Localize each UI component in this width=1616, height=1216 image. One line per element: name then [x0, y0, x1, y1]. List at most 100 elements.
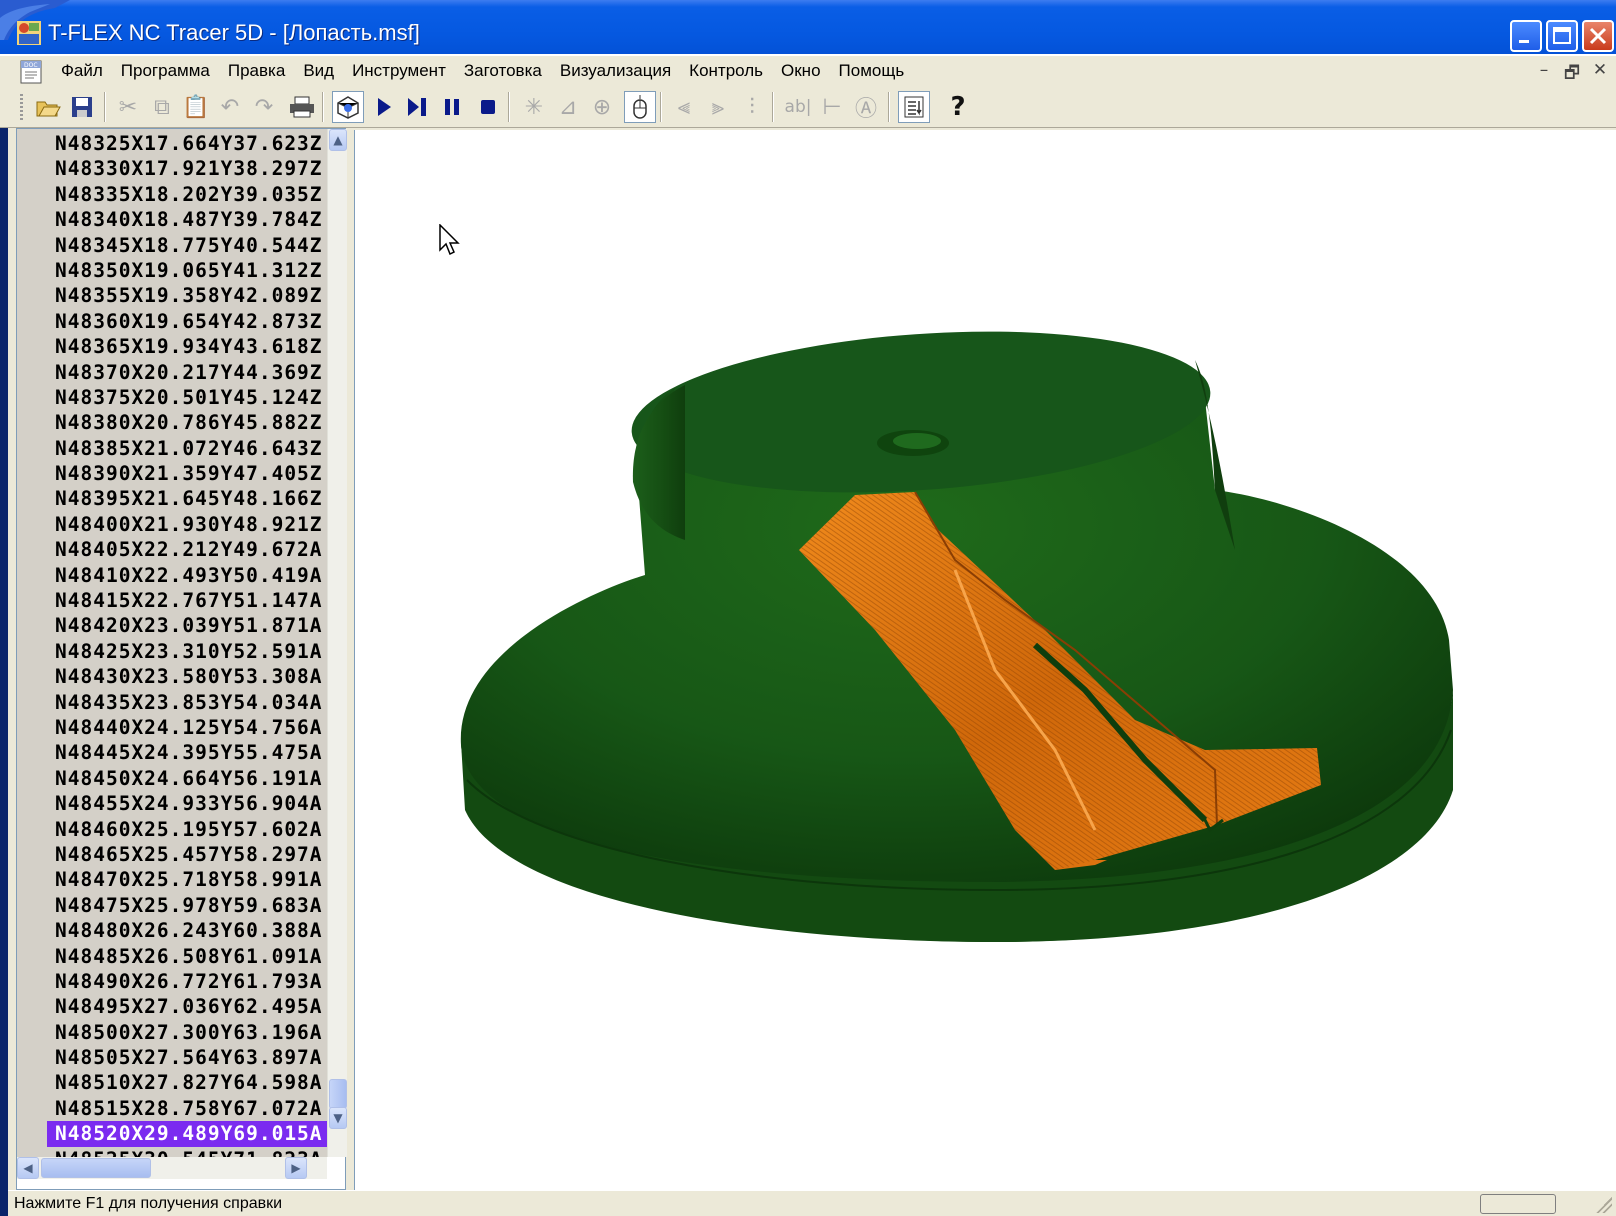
- nc-line[interactable]: N48450X24.664Y56.191A: [47, 765, 327, 792]
- nc-line[interactable]: N48355X19.358Y42.089Z: [47, 283, 327, 309]
- scroll-right-button[interactable]: ▶: [285, 1157, 307, 1179]
- stop-icon[interactable]: [472, 91, 504, 123]
- nc-line[interactable]: N48415X22.767Y51.147A: [47, 588, 327, 614]
- mdi-restore-button[interactable]: 🗗: [1562, 60, 1582, 89]
- toolbar-separator: [888, 92, 890, 122]
- nc-line[interactable]: N48410X22.493Y50.419A: [47, 562, 327, 589]
- nc-line[interactable]: N48350X19.065Y41.312Z: [47, 257, 327, 284]
- tool-2-icon[interactable]: ⫸: [702, 91, 734, 123]
- nc-line[interactable]: N48510X27.827Y64.598A: [47, 1070, 327, 1096]
- nc-line[interactable]: N48505X27.564Y63.897A: [47, 1045, 327, 1071]
- pause-icon[interactable]: [436, 91, 468, 123]
- vertical-scrollbar[interactable]: ▲ ▼: [327, 129, 347, 1157]
- help-icon[interactable]: ?: [942, 91, 974, 123]
- nc-line[interactable]: N48385X21.072Y46.643Z: [47, 435, 327, 462]
- menu-file[interactable]: Файл: [52, 61, 112, 81]
- nc-line[interactable]: N48440X24.125Y54.756A: [47, 714, 327, 741]
- copy-icon[interactable]: ⧉: [146, 91, 178, 123]
- list-icon[interactable]: [898, 91, 930, 123]
- measure-icon[interactable]: ⊢: [816, 91, 848, 123]
- fit-icon[interactable]: ✳: [518, 91, 550, 123]
- nc-line[interactable]: N48495X27.036Y62.495A: [47, 994, 327, 1020]
- nc-line[interactable]: N48490X26.772Y61.793A: [47, 968, 327, 995]
- zoom-icon[interactable]: ⊕: [586, 91, 618, 123]
- nc-line[interactable]: N48455X24.933Y56.904A: [47, 791, 327, 817]
- nc-line[interactable]: N48325X17.664Y37.623Z: [47, 131, 327, 157]
- nc-line[interactable]: N48430X23.580Y53.308A: [47, 664, 327, 690]
- nc-line[interactable]: N48420X23.039Y51.871A: [47, 613, 327, 639]
- nc-line[interactable]: N48485X26.508Y61.091A: [47, 943, 327, 969]
- menu-help[interactable]: Помощь: [830, 61, 914, 81]
- toolbar-grip[interactable]: [20, 94, 23, 120]
- menu-view[interactable]: Вид: [294, 61, 343, 81]
- nc-program-list[interactable]: N48325X17.664Y37.623Z N48330X17.921Y38.29…: [17, 129, 327, 1157]
- minimize-button[interactable]: [1510, 20, 1542, 52]
- play-icon[interactable]: [368, 91, 400, 123]
- size-grip-icon[interactable]: [1596, 1197, 1612, 1213]
- scroll-down-button[interactable]: ▼: [329, 1107, 347, 1129]
- nc-line[interactable]: N48345X18.775Y40.544Z: [47, 232, 327, 258]
- app-icon[interactable]: [16, 20, 42, 46]
- print-icon[interactable]: [286, 91, 318, 123]
- horizontal-scrollbar[interactable]: ◀ ▶: [17, 1157, 327, 1179]
- mdi-close-button[interactable]: ✕: [1590, 60, 1610, 89]
- nc-line[interactable]: N48475X25.978Y59.683A: [47, 892, 327, 919]
- scroll-up-button[interactable]: ▲: [329, 129, 347, 151]
- text-icon[interactable]: ab|: [782, 91, 814, 123]
- scroll-left-button[interactable]: ◀: [17, 1157, 39, 1179]
- cut-icon[interactable]: ✂: [112, 91, 144, 123]
- nc-line[interactable]: N48370X20.217Y44.369Z: [47, 359, 327, 385]
- 3d-viewport[interactable]: [354, 130, 1616, 1190]
- nc-line[interactable]: N48500X27.300Y63.196A: [47, 1019, 327, 1046]
- menu-edit[interactable]: Правка: [219, 61, 294, 81]
- nc-line[interactable]: N48465X25.457Y58.297A: [47, 841, 327, 868]
- menu-tool[interactable]: Инструмент: [343, 61, 455, 81]
- document-icon[interactable]: DOC: [18, 59, 44, 85]
- open-icon[interactable]: [32, 91, 64, 123]
- tool-3-icon[interactable]: ⫶: [736, 91, 768, 123]
- blank-view-icon[interactable]: [332, 91, 364, 123]
- maximize-button[interactable]: [1546, 20, 1578, 52]
- close-button[interactable]: [1582, 20, 1614, 52]
- nc-line[interactable]: N48395X21.645Y48.166Z: [47, 486, 327, 512]
- mouse-rotate-icon[interactable]: [624, 91, 656, 123]
- nc-line[interactable]: N48330X17.921Y38.297Z: [47, 156, 327, 182]
- nc-line-selected[interactable]: N48520X29.489Y69.015A: [47, 1121, 327, 1147]
- nc-line[interactable]: N48375X20.501Y45.124Z: [47, 384, 327, 411]
- menu-blank[interactable]: Заготовка: [455, 61, 551, 81]
- paste-icon[interactable]: 📋: [180, 91, 212, 123]
- nc-line[interactable]: N48435X23.853Y54.034A: [47, 689, 327, 715]
- nc-line[interactable]: N48460X25.195Y57.602A: [47, 816, 327, 842]
- inspect-icon[interactable]: Ⓐ: [850, 91, 882, 123]
- nc-line[interactable]: N48335X18.202Y39.035Z: [47, 181, 327, 208]
- vertical-scroll-thumb[interactable]: [329, 1079, 347, 1109]
- nc-line[interactable]: N48425X23.310Y52.591A: [47, 638, 327, 665]
- redo-icon[interactable]: ↷: [248, 91, 280, 123]
- save-icon[interactable]: [66, 91, 98, 123]
- menu-items: Файл Программа Правка Вид Инструмент Заг…: [52, 61, 913, 81]
- nc-line[interactable]: N48380X20.786Y45.882Z: [47, 410, 327, 436]
- undo-icon[interactable]: ↶: [214, 91, 246, 123]
- maximize-icon: [1553, 27, 1571, 44]
- nc-line[interactable]: N48515X28.758Y67.072A: [47, 1095, 327, 1122]
- mdi-minimize-button[interactable]: –: [1534, 60, 1554, 89]
- nc-line[interactable]: N48470X25.718Y58.991A: [47, 867, 327, 893]
- menu-visualization[interactable]: Визуализация: [551, 61, 680, 81]
- nc-line[interactable]: N48400X21.930Y48.921Z: [47, 511, 327, 538]
- horizontal-scroll-thumb[interactable]: [41, 1158, 151, 1178]
- step-icon[interactable]: [402, 91, 434, 123]
- nc-line[interactable]: N48480X26.243Y60.388A: [47, 918, 327, 944]
- nc-line[interactable]: N48445X24.395Y55.475A: [47, 740, 327, 766]
- zoom-window-icon[interactable]: ⊿: [552, 91, 584, 123]
- app-window: T-FLEX NC Tracer 5D - [Лопасть.msf] DOC …: [0, 0, 1616, 1216]
- menu-program[interactable]: Программа: [112, 61, 219, 81]
- nc-line[interactable]: N48525X30.545Y71.823A: [47, 1146, 327, 1157]
- nc-line[interactable]: N48390X21.359Y47.405Z: [47, 461, 327, 487]
- tool-1-icon[interactable]: ⫷: [668, 91, 700, 123]
- menu-window[interactable]: Окно: [772, 61, 830, 81]
- nc-line[interactable]: N48340X18.487Y39.784Z: [47, 207, 327, 233]
- nc-line[interactable]: N48365X19.934Y43.618Z: [47, 334, 327, 360]
- menu-control[interactable]: Контроль: [680, 61, 772, 81]
- nc-line[interactable]: N48405X22.212Y49.672A: [47, 537, 327, 563]
- nc-line[interactable]: N48360X19.654Y42.873Z: [47, 308, 327, 335]
